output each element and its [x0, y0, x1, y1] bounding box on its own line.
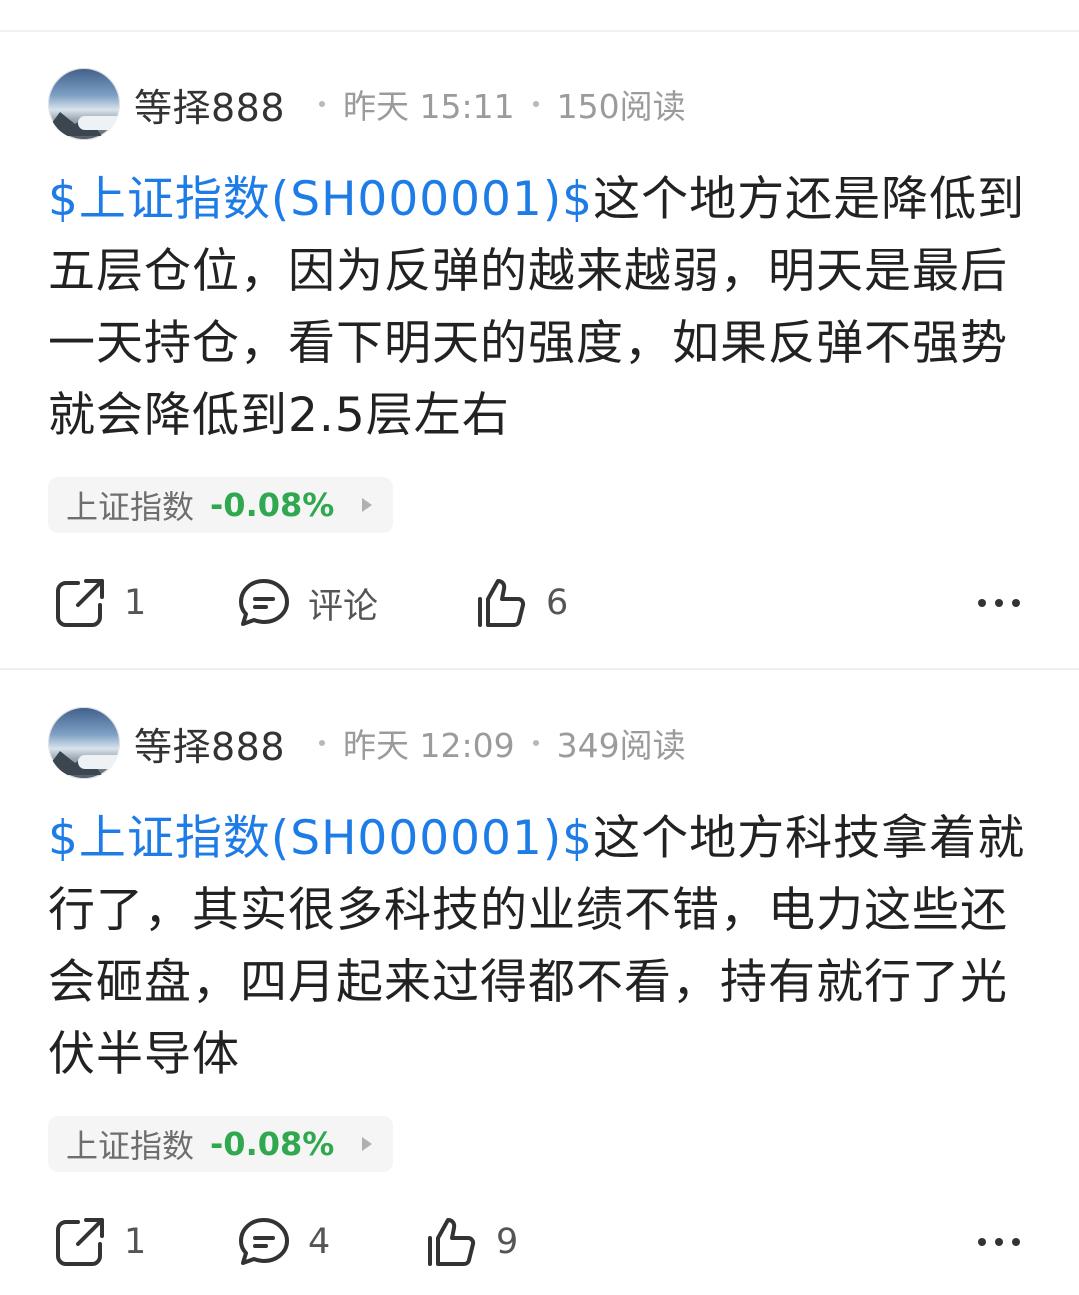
comment-label: 评论 [308, 586, 379, 627]
post-header: 等择888 昨天 12:09 349阅读 [48, 705, 1048, 781]
quote-change: -0.08% [210, 1125, 335, 1163]
quote-change: -0.08% [210, 486, 335, 524]
read-count: 150阅读 [556, 87, 686, 126]
avatar-cloud [78, 755, 120, 769]
post-text[interactable]: $上证指数(SH000001)$这个地方科技拿着就行了，其实很多科技的业绩不错，… [48, 803, 1033, 1091]
comment-button[interactable]: 4 [236, 1212, 330, 1272]
play-arrow-icon [362, 498, 373, 512]
more-button[interactable] [974, 1212, 1024, 1272]
like-button[interactable]: 6 [474, 573, 568, 633]
separator-dot [319, 101, 326, 107]
more-button[interactable] [974, 573, 1024, 633]
share-icon [56, 579, 104, 627]
share-count: 1 [124, 583, 147, 623]
post-meta: 昨天 15:11 150阅读 [301, 80, 686, 128]
post-header: 等择888 昨天 15:11 150阅读 [48, 66, 1048, 142]
top-divider [0, 30, 1079, 32]
more-icon [978, 599, 1020, 607]
post-meta: 昨天 12:09 349阅读 [301, 719, 686, 767]
separator-dot [532, 101, 539, 107]
post-time: 昨天 12:09 [343, 726, 515, 765]
stock-link[interactable]: $上证指数(SH000001)$ [48, 811, 593, 866]
avatar[interactable] [48, 707, 120, 779]
play-arrow-icon [362, 1137, 373, 1151]
quote-name: 上证指数 [66, 488, 195, 526]
stock-quote-chip[interactable]: 上证指数 -0.08% [48, 1116, 393, 1172]
thumbs-up-icon [478, 579, 526, 627]
thumbs-up-icon [428, 1218, 476, 1266]
stock-quote-chip[interactable]: 上证指数 -0.08% [48, 477, 393, 533]
separator-dot [319, 740, 326, 746]
avatar-cloud [78, 116, 120, 130]
more-icon [978, 1238, 1020, 1246]
stock-link[interactable]: $上证指数(SH000001)$ [48, 172, 593, 227]
comment-icon [239, 579, 289, 626]
post-text[interactable]: $上证指数(SH000001)$这个地方还是降低到五层仓位，因为反弹的越来越弱，… [48, 164, 1033, 452]
author-name[interactable]: 等择888 [134, 716, 285, 771]
avatar[interactable] [48, 68, 120, 140]
author-name[interactable]: 等择888 [134, 77, 285, 132]
comment-icon [239, 1218, 289, 1265]
like-count: 9 [496, 1222, 519, 1262]
action-bar: 1 评论 6 [0, 573, 1079, 633]
share-button[interactable]: 1 [52, 1212, 146, 1272]
post-time: 昨天 15:11 [343, 87, 515, 126]
like-count: 6 [546, 583, 569, 623]
quote-name: 上证指数 [66, 1127, 195, 1165]
share-count: 1 [124, 1222, 147, 1262]
comment-button[interactable]: 评论 [236, 573, 378, 633]
action-bar: 1 4 9 [0, 1212, 1079, 1272]
separator-dot [532, 740, 539, 746]
share-icon [56, 1218, 104, 1266]
share-button[interactable]: 1 [52, 573, 146, 633]
read-count: 349阅读 [556, 726, 686, 765]
comment-count: 4 [308, 1222, 331, 1262]
like-button[interactable]: 9 [424, 1212, 518, 1272]
post-divider [0, 668, 1079, 670]
